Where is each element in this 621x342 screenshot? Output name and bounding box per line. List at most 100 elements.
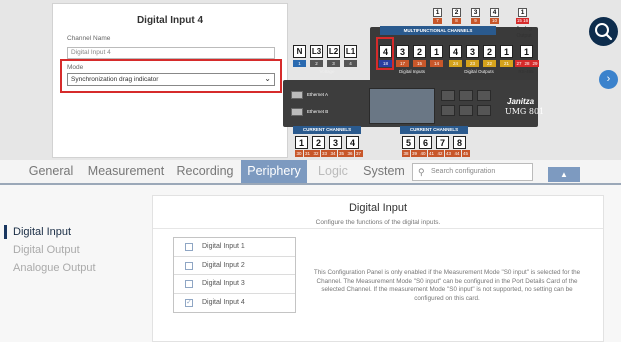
digital-input-connector[interactable]: 1 bbox=[430, 45, 443, 58]
current-connector[interactable]: 3 bbox=[329, 136, 342, 149]
tab-recording[interactable]: Recording bbox=[172, 160, 238, 183]
current-channels-banner-right: CURRENT CHANNELS bbox=[400, 126, 468, 134]
tab-system[interactable]: System bbox=[358, 160, 410, 183]
digital-input-label: Digital Input 4 bbox=[202, 298, 245, 306]
tab-periphery[interactable]: Periphery bbox=[241, 160, 307, 183]
ethernet-a-label: Ethernet A bbox=[307, 92, 329, 97]
current-connector-num: 34 bbox=[329, 150, 337, 157]
digital-input-connector[interactable]: 2 bbox=[413, 45, 426, 58]
rs485-num: 27 bbox=[515, 60, 523, 67]
current-connector[interactable]: 1 bbox=[295, 136, 308, 149]
device-illustration: 1 7 2 8 3 9 4 10 1 15 16 MULTIFUNCTIONAL CHANNE… bbox=[283, 0, 548, 160]
checkbox[interactable] bbox=[185, 243, 193, 251]
nav-item-digital-input[interactable]: Digital Input bbox=[0, 223, 140, 241]
digital-output-connector[interactable]: 4 bbox=[449, 45, 462, 58]
tab-general[interactable]: General bbox=[20, 160, 82, 183]
top-pin[interactable]: 4 bbox=[490, 8, 499, 17]
current-connector-num: 38 bbox=[402, 150, 410, 157]
voltage-label: Voltage bbox=[319, 69, 335, 74]
channel-name-field[interactable]: Digital Input 4 bbox=[67, 47, 275, 59]
digital-input-label: Digital Input 1 bbox=[202, 243, 245, 250]
selected-input-highlight bbox=[376, 37, 394, 70]
voltage-connector-num: 4 bbox=[344, 60, 357, 67]
voltage-connector[interactable]: L1 bbox=[344, 45, 357, 58]
collapse-button[interactable]: ▲ bbox=[548, 167, 580, 182]
info-text: This Configuration Panel is only enabled… bbox=[313, 269, 581, 302]
rs485-num: 29 bbox=[531, 60, 539, 67]
list-item[interactable]: Digital Input 2 bbox=[174, 257, 295, 275]
digital-output-connector-num: 21 bbox=[500, 60, 513, 67]
search-icon bbox=[595, 23, 613, 41]
analog-output-pin-num: 15 16 bbox=[516, 18, 529, 24]
top-pin[interactable]: 3 bbox=[471, 8, 480, 17]
rs485-connector[interactable]: 1 bbox=[520, 45, 533, 58]
voltage-connector[interactable]: N bbox=[293, 45, 306, 58]
current-connector-num: 45 bbox=[461, 150, 470, 157]
list-item[interactable]: Digital Input 1 bbox=[174, 238, 295, 257]
current-connector-num: 40 bbox=[419, 150, 427, 157]
channel-name-label: Channel Name bbox=[67, 35, 111, 42]
divider bbox=[153, 228, 603, 229]
current-connector-num: 36 bbox=[346, 150, 354, 157]
digital-output-connector-num: 23 bbox=[466, 60, 479, 67]
checkbox[interactable] bbox=[185, 261, 193, 270]
search-circle-button[interactable] bbox=[589, 17, 618, 46]
multifunctional-channels-banner: MULTIFUNCTIONAL CHANNELS bbox=[380, 26, 496, 35]
panel-title: Digital Input bbox=[348, 202, 408, 214]
current-connector-num: 44 bbox=[453, 150, 461, 157]
rs485-num: 28 bbox=[523, 60, 531, 67]
top-pin-num: 9 bbox=[471, 18, 480, 24]
search-input[interactable]: ⚲ Search configuration bbox=[412, 163, 533, 181]
current-connector-num: 42 bbox=[436, 150, 444, 157]
next-arrow-button[interactable]: › bbox=[599, 70, 618, 89]
current-connector[interactable]: 5 bbox=[402, 136, 415, 149]
digital-input-connector-num: 17 bbox=[396, 60, 409, 67]
checkbox-checked[interactable]: ✓ bbox=[185, 298, 193, 307]
digital-input-connector[interactable]: 3 bbox=[396, 45, 409, 58]
device-key bbox=[441, 90, 455, 101]
list-item[interactable]: Digital Input 3 bbox=[174, 275, 295, 294]
voltage-connector-num: 3 bbox=[327, 60, 340, 67]
list-item[interactable]: ✓ Digital Input 4 bbox=[174, 294, 295, 313]
voltage-connector[interactable]: L2 bbox=[327, 45, 340, 58]
ethernet-b-port[interactable]: Ethernet B bbox=[287, 105, 335, 119]
digital-outputs-label: Digital Outputs bbox=[464, 69, 494, 74]
ethernet-plug-icon bbox=[291, 108, 303, 116]
voltage-connector[interactable]: L3 bbox=[310, 45, 323, 58]
checkbox[interactable] bbox=[185, 280, 193, 288]
tab-logic[interactable]: Logic bbox=[310, 160, 356, 183]
rs485-label: RS-485 bbox=[518, 69, 534, 74]
analog-output-pin[interactable]: 1 bbox=[518, 8, 527, 17]
top-pin[interactable]: 1 bbox=[433, 8, 442, 17]
current-connector-num: 35 bbox=[337, 150, 346, 157]
top-pin-num: 7 bbox=[433, 18, 442, 24]
current-connector[interactable]: 4 bbox=[346, 136, 359, 149]
digital-input-connector-num: 15 bbox=[413, 60, 426, 67]
top-pin[interactable]: 2 bbox=[452, 8, 461, 17]
nav-item-analogue-output[interactable]: Analogue Output bbox=[0, 259, 140, 277]
current-connector[interactable]: 6 bbox=[419, 136, 432, 149]
ethernet-plug-icon bbox=[291, 91, 303, 99]
nav-item-digital-output[interactable]: Digital Output bbox=[0, 241, 140, 259]
digital-output-connector[interactable]: 2 bbox=[483, 45, 496, 58]
current-connector[interactable]: 8 bbox=[453, 136, 466, 149]
digital-output-connector[interactable]: 1 bbox=[500, 45, 513, 58]
current-connector-num: 39 bbox=[410, 150, 419, 157]
current-connector-num: 32 bbox=[312, 150, 320, 157]
tab-measurement[interactable]: Measurement bbox=[86, 160, 166, 183]
search-placeholder: Search configuration bbox=[431, 168, 496, 175]
mode-select[interactable]: Synchronization drag indicator ⌄ bbox=[67, 73, 275, 86]
digital-output-connector[interactable]: 3 bbox=[466, 45, 479, 58]
digital-output-connector-num: 22 bbox=[483, 60, 496, 67]
current-connector[interactable]: 7 bbox=[436, 136, 449, 149]
device-key bbox=[441, 105, 455, 116]
ethernet-b-label: Ethernet B bbox=[307, 109, 329, 114]
digital-input-list: Digital Input 1 Digital Input 2 Digital … bbox=[173, 237, 296, 313]
search-icon: ⚲ bbox=[418, 167, 425, 177]
triangle-up-icon: ▲ bbox=[560, 170, 568, 179]
current-connector[interactable]: 2 bbox=[312, 136, 325, 149]
brand-logo: Janitza bbox=[507, 97, 535, 106]
ethernet-a-port[interactable]: Ethernet A bbox=[287, 88, 335, 102]
device-model: UMG 801 bbox=[505, 107, 545, 116]
voltage-connector-num: 1 bbox=[293, 60, 306, 67]
